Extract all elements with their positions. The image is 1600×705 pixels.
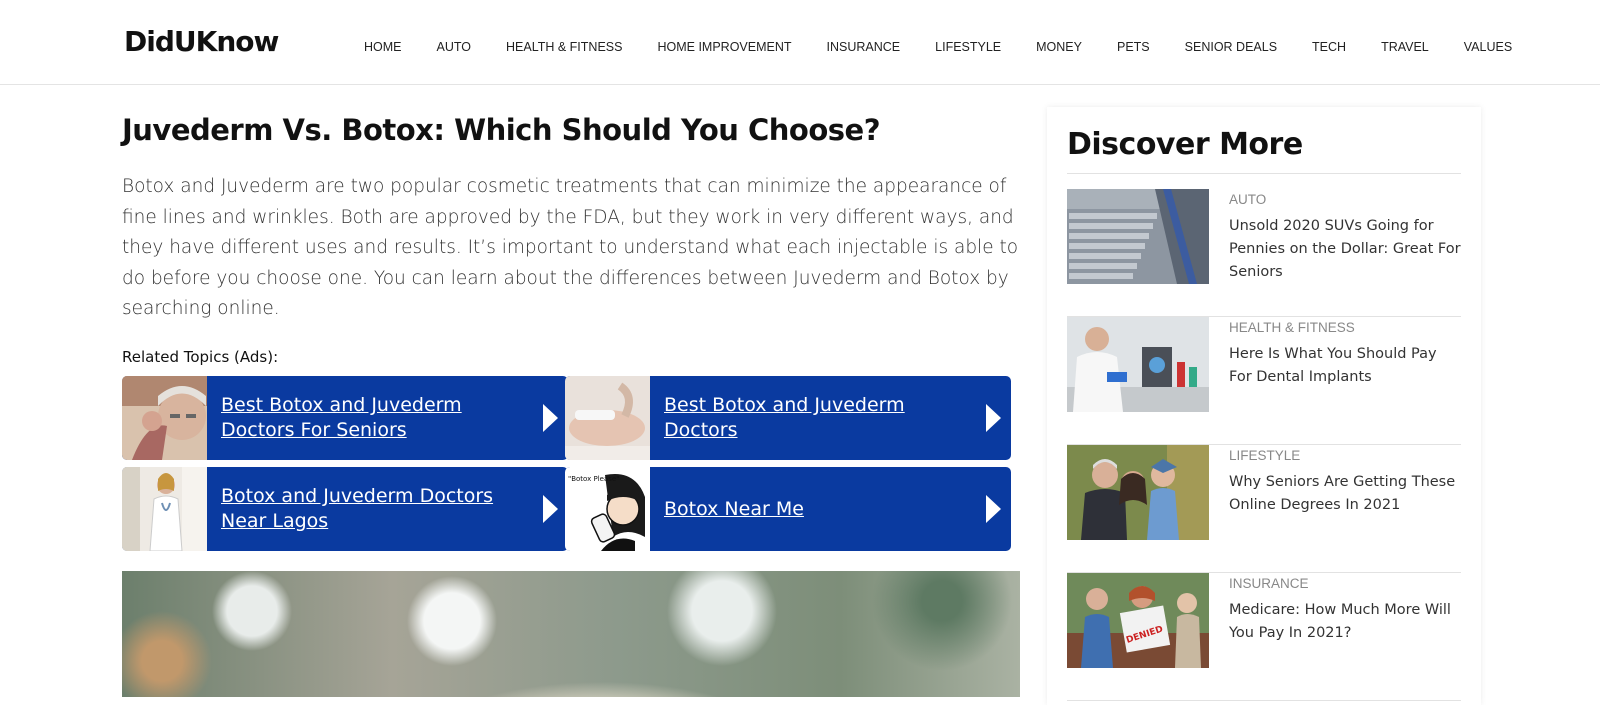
main-nav: HOME AUTO HEALTH & FITNESS HOME IMPROVEM… — [364, 36, 1512, 58]
story-image-denied-medicare: DENIED — [1067, 573, 1209, 668]
story-image-graduation — [1067, 445, 1209, 540]
article-title: Juvederm Vs. Botox: Which Should You Cho… — [122, 113, 881, 147]
chevron-right-icon — [986, 404, 1001, 432]
ad-label[interactable]: Botox Near Me — [650, 497, 1011, 522]
discover-more-sidebar: Discover More AUTO Unsold 2020 SUVs Goin… — [1047, 107, 1481, 705]
chevron-right-icon — [543, 404, 558, 432]
nav-values[interactable]: VALUES — [1464, 36, 1512, 58]
site-logo[interactable]: DidUKnow — [124, 24, 279, 60]
nav-home[interactable]: HOME — [364, 36, 402, 58]
chevron-right-icon — [986, 495, 1001, 523]
ad-thumbnail-senior-woman — [122, 376, 207, 460]
ad-label[interactable]: Best Botox and Juvederm Doctors — [650, 393, 1011, 443]
nav-auto[interactable]: AUTO — [437, 36, 472, 58]
site-header: DidUKnow HOME AUTO HEALTH & FITNESS HOME… — [0, 0, 1600, 85]
nav-tech[interactable]: TECH — [1312, 36, 1346, 58]
chevron-right-icon — [543, 495, 558, 523]
ad-link-botox-near-me[interactable]: "Botox Please" Botox Near Me — [565, 467, 1011, 551]
nav-travel[interactable]: TRAVEL — [1381, 36, 1429, 58]
story-headline[interactable]: Here Is What You Should Pay For Dental I… — [1229, 343, 1461, 389]
story-image-dental-lab — [1067, 317, 1209, 412]
story-headline[interactable]: Why Seniors Are Getting These Online Deg… — [1229, 471, 1461, 517]
story-headline[interactable]: Medicare: How Much More Will You Pay In … — [1229, 599, 1461, 645]
ad-thumbnail-doctor — [122, 467, 207, 551]
nav-senior-deals[interactable]: SENIOR DEALS — [1185, 36, 1277, 58]
nav-pets[interactable]: PETS — [1117, 36, 1150, 58]
sidebar-story[interactable]: DENIED INSURANCE Medicare: How Much More… — [1067, 573, 1461, 701]
sidebar-story[interactable]: AUTO Unsold 2020 SUVs Going for Pennies … — [1067, 189, 1461, 317]
ad-link-best-doctors-seniors[interactable]: Best Botox and Juvederm Doctors For Seni… — [122, 376, 568, 460]
nav-home-improvement[interactable]: HOME IMPROVEMENT — [657, 36, 791, 58]
story-category[interactable]: AUTO — [1229, 191, 1266, 209]
ad-link-doctors-near-lagos[interactable]: Botox and Juvederm Doctors Near Lagos — [122, 467, 568, 551]
ad-label[interactable]: Botox and Juvederm Doctors Near Lagos — [207, 484, 568, 534]
sidebar-story[interactable]: LIFESTYLE Why Seniors Are Getting These … — [1067, 445, 1461, 573]
story-category[interactable]: INSURANCE — [1229, 575, 1309, 593]
article-hero-image — [122, 571, 1020, 697]
related-ads-grid: Best Botox and Juvederm Doctors For Seni… — [122, 376, 1020, 551]
nav-money[interactable]: MONEY — [1036, 36, 1082, 58]
ad-thumbnail-facial-treatment — [565, 376, 650, 460]
article-intro: Botox and Juvederm are two popular cosme… — [122, 176, 1019, 319]
story-headline[interactable]: Unsold 2020 SUVs Going for Pennies on th… — [1229, 215, 1461, 284]
nav-insurance[interactable]: INSURANCE — [827, 36, 901, 58]
sidebar-divider — [1067, 173, 1461, 174]
sidebar-story[interactable]: HEALTH & FITNESS Here Is What You Should… — [1067, 317, 1461, 445]
sidebar-title: Discover More — [1067, 127, 1303, 162]
ad-label[interactable]: Best Botox and Juvederm Doctors For Seni… — [207, 393, 568, 443]
related-topics-label: Related Topics (Ads): — [122, 348, 279, 366]
story-category[interactable]: LIFESTYLE — [1229, 447, 1300, 465]
ad-link-best-doctors[interactable]: Best Botox and Juvederm Doctors — [565, 376, 1011, 460]
story-category[interactable]: HEALTH & FITNESS — [1229, 319, 1355, 337]
ad-thumbnail-retro-woman-phone: "Botox Please" — [565, 467, 650, 551]
nav-lifestyle[interactable]: LIFESTYLE — [935, 36, 1001, 58]
story-image-parked-cars — [1067, 189, 1209, 284]
ad-thumbnail-text: "Botox Please" — [568, 475, 619, 483]
nav-health-fitness[interactable]: HEALTH & FITNESS — [506, 36, 622, 58]
